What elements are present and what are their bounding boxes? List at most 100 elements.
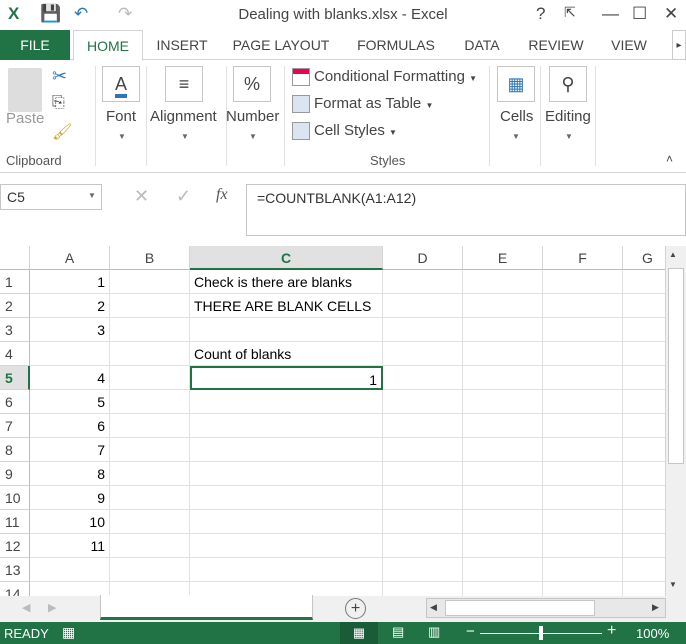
column-header-f[interactable]: F bbox=[543, 246, 623, 270]
cell-b9[interactable] bbox=[110, 462, 190, 486]
tab-file[interactable]: FILE bbox=[0, 30, 70, 60]
cell-f13[interactable] bbox=[543, 558, 623, 582]
cell-f1[interactable] bbox=[543, 270, 623, 294]
number-icon[interactable]: % bbox=[233, 66, 271, 102]
cell-g1[interactable] bbox=[623, 270, 665, 294]
cell-b14[interactable] bbox=[110, 582, 190, 596]
cell-a9[interactable]: 8 bbox=[30, 462, 110, 486]
cell-a7[interactable]: 6 bbox=[30, 414, 110, 438]
row-header-2[interactable]: 2 bbox=[0, 294, 30, 318]
row-header-12[interactable]: 12 bbox=[0, 534, 30, 558]
insert-function-button[interactable]: fx bbox=[216, 186, 228, 204]
sheet-prev-icon[interactable]: ◀ bbox=[22, 601, 30, 614]
cell-d4[interactable] bbox=[383, 342, 463, 366]
cell-g3[interactable] bbox=[623, 318, 665, 342]
cell-styles-button[interactable]: Cell Styles ▼ bbox=[314, 122, 397, 139]
cell-c6[interactable] bbox=[190, 390, 383, 414]
cell-a11[interactable]: 10 bbox=[30, 510, 110, 534]
vertical-scroll-thumb[interactable] bbox=[668, 268, 684, 464]
cell-d5[interactable] bbox=[383, 366, 463, 390]
cell-e8[interactable] bbox=[463, 438, 543, 462]
cell-e10[interactable] bbox=[463, 486, 543, 510]
cell-d1[interactable] bbox=[383, 270, 463, 294]
cell-a2[interactable]: 2 bbox=[30, 294, 110, 318]
find-binoculars-icon[interactable]: ⚲ bbox=[549, 66, 587, 102]
cell-e4[interactable] bbox=[463, 342, 543, 366]
cell-f2[interactable] bbox=[543, 294, 623, 318]
vertical-scrollbar[interactable]: ▲ ▼ bbox=[665, 246, 686, 596]
sheet-next-icon[interactable]: ▶ bbox=[48, 601, 56, 614]
cell-c2[interactable]: THERE ARE BLANK CELLS bbox=[190, 294, 383, 318]
cell-g10[interactable] bbox=[623, 486, 665, 510]
formula-input[interactable]: =COUNTBLANK(A1:A12) bbox=[246, 184, 686, 236]
cell-g6[interactable] bbox=[623, 390, 665, 414]
name-box-dropdown-icon[interactable]: ▼ bbox=[88, 191, 96, 200]
page-layout-view-icon[interactable]: ▤ bbox=[392, 624, 404, 640]
copy-icon[interactable]: ⎘ bbox=[52, 94, 65, 112]
cell-c10[interactable] bbox=[190, 486, 383, 510]
alignment-icon[interactable]: ≡ bbox=[165, 66, 203, 102]
cell-f4[interactable] bbox=[543, 342, 623, 366]
alignment-button[interactable]: Alignment bbox=[150, 108, 217, 125]
cell-a1[interactable]: 1 bbox=[30, 270, 110, 294]
cell-d10[interactable] bbox=[383, 486, 463, 510]
row-header-5[interactable]: 5 bbox=[0, 366, 30, 390]
cell-e5[interactable] bbox=[463, 366, 543, 390]
new-sheet-icon[interactable]: + bbox=[345, 598, 366, 619]
cell-b12[interactable] bbox=[110, 534, 190, 558]
row-header-4[interactable]: 4 bbox=[0, 342, 30, 366]
cell-a5[interactable]: 4 bbox=[30, 366, 110, 390]
cell-b2[interactable] bbox=[110, 294, 190, 318]
column-header-d[interactable]: D bbox=[383, 246, 463, 270]
column-header-b[interactable]: B bbox=[110, 246, 190, 270]
collapse-ribbon-icon[interactable]: ˄ bbox=[666, 152, 673, 166]
cell-b13[interactable] bbox=[110, 558, 190, 582]
row-header-3[interactable]: 3 bbox=[0, 318, 30, 342]
row-header-1[interactable]: 1 bbox=[0, 270, 30, 294]
column-header-e[interactable]: E bbox=[463, 246, 543, 270]
cell-b1[interactable] bbox=[110, 270, 190, 294]
cell-f12[interactable] bbox=[543, 534, 623, 558]
cell-a8[interactable]: 7 bbox=[30, 438, 110, 462]
cell-c9[interactable] bbox=[190, 462, 383, 486]
ribbon-display-options-icon[interactable]: ⇱ bbox=[564, 4, 576, 21]
tab-formulas[interactable]: FORMULAS bbox=[350, 30, 442, 60]
cell-c1[interactable]: Check is there are blanks bbox=[190, 270, 383, 294]
cell-c3[interactable] bbox=[190, 318, 383, 342]
column-header-g[interactable]: G bbox=[623, 246, 665, 270]
cell-d13[interactable] bbox=[383, 558, 463, 582]
scroll-down-icon[interactable]: ▼ bbox=[669, 580, 677, 589]
cell-f8[interactable] bbox=[543, 438, 623, 462]
cell-e11[interactable] bbox=[463, 510, 543, 534]
cell-g11[interactable] bbox=[623, 510, 665, 534]
cell-e12[interactable] bbox=[463, 534, 543, 558]
spreadsheet-grid[interactable]: A B C D E F G 1 1 Check is there are blanks 2 2 THER… bbox=[0, 246, 665, 596]
cell-a13[interactable] bbox=[30, 558, 110, 582]
cut-icon[interactable]: ✂ bbox=[52, 66, 67, 87]
cell-d2[interactable] bbox=[383, 294, 463, 318]
cell-e6[interactable] bbox=[463, 390, 543, 414]
cell-f3[interactable] bbox=[543, 318, 623, 342]
scroll-right-icon[interactable]: ▶ bbox=[652, 602, 659, 613]
cell-c14[interactable] bbox=[190, 582, 383, 596]
cell-b10[interactable] bbox=[110, 486, 190, 510]
enter-icon[interactable]: ✓ bbox=[176, 186, 191, 207]
horizontal-scrollbar[interactable]: ◀ ▶ bbox=[426, 598, 666, 618]
column-header-a[interactable]: A bbox=[30, 246, 110, 270]
cell-e7[interactable] bbox=[463, 414, 543, 438]
row-header-7[interactable]: 7 bbox=[0, 414, 30, 438]
cell-g14[interactable] bbox=[623, 582, 665, 596]
cell-g2[interactable] bbox=[623, 294, 665, 318]
cell-a10[interactable]: 9 bbox=[30, 486, 110, 510]
zoom-in-button[interactable]: + bbox=[607, 622, 616, 640]
cell-b3[interactable] bbox=[110, 318, 190, 342]
cell-f9[interactable] bbox=[543, 462, 623, 486]
cell-d11[interactable] bbox=[383, 510, 463, 534]
cell-f10[interactable] bbox=[543, 486, 623, 510]
row-header-11[interactable]: 11 bbox=[0, 510, 30, 534]
row-header-8[interactable]: 8 bbox=[0, 438, 30, 462]
cell-e3[interactable] bbox=[463, 318, 543, 342]
cell-d7[interactable] bbox=[383, 414, 463, 438]
sheet-tab[interactable] bbox=[100, 595, 313, 620]
cells-icon[interactable]: ▦ bbox=[497, 66, 535, 102]
